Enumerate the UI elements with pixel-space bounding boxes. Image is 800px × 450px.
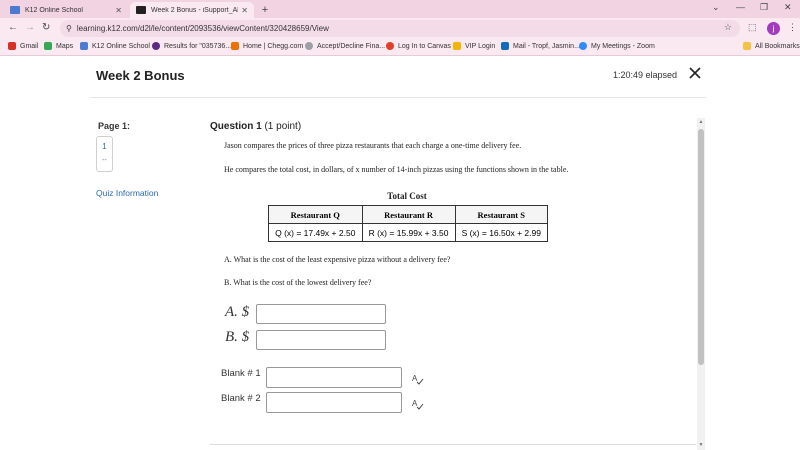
page-status: -- [102,157,107,164]
globe-icon [305,42,313,50]
new-tab-icon[interactable]: + [258,3,272,17]
tab-close-icon[interactable]: ✕ [241,6,248,15]
header-restaurant-r: Restaurant R [361,205,456,224]
minimize-icon[interactable]: — [736,2,745,12]
tab-title: Week 2 Bonus - iSupport_Alg1 B [151,6,239,14]
cell-function-q: Q (x) = 17.49x + 2.50 [268,223,363,242]
content-divider [210,444,696,445]
address-bar[interactable]: ⚲ learning.k12.com/d2l/le/content/209353… [60,20,740,37]
tab-search-chevron-icon[interactable]: ⌄ [712,2,720,13]
restore-icon[interactable]: ❐ [760,2,768,13]
blank-2-label: Blank # 2 [221,393,261,404]
url-text: learning.k12.com/d2l/le/content/2093536/… [76,24,329,33]
back-icon[interactable]: ← [8,22,18,33]
header-restaurant-q: Restaurant Q [268,205,363,224]
profile-avatar[interactable]: j [767,22,780,35]
menu-icon[interactable]: ⋮ [788,22,797,33]
extensions-icon[interactable]: ⬚ [748,22,757,33]
blank-2-input[interactable] [266,392,402,413]
spell-check-icon[interactable]: A [412,398,424,410]
k12-favicon-icon [10,6,20,14]
table-row: Q (x) = 17.49x + 2.50 R (x) = 15.99x + 3… [268,223,549,242]
question-part-a: A. What is the cost of the least expensi… [224,255,451,264]
all-bookmarks[interactable]: All Bookmarks [743,42,800,50]
tab-title: K12 Online School [25,6,83,14]
browser-toolbar: ← → ↻ ⚲ learning.k12.com/d2l/le/content/… [0,18,800,39]
spell-check-icon[interactable]: A [412,373,424,385]
window-close-icon[interactable]: ✕ [784,2,792,13]
canvas-icon [386,42,394,50]
total-cost-table: Restaurant Q Restaurant R Restaurant S Q… [268,205,549,242]
k12-icon [80,42,88,50]
bookmark-gmail[interactable]: Gmail [8,42,38,50]
blank-1-label: Blank # 1 [221,368,261,379]
table-caption: Total Cost [387,191,427,201]
site-info-icon[interactable]: ⚲ [66,24,72,33]
svg-text:A: A [412,399,418,408]
page-number: 1 [102,142,107,151]
bookmark-chegg[interactable]: Home | Chegg.com [231,42,303,50]
maps-icon [44,42,52,50]
header-divider [90,97,706,98]
scroll-down-icon[interactable]: ▼ [697,442,705,448]
tab-close-icon[interactable]: ✕ [115,6,122,15]
table-header-row: Restaurant Q Restaurant R Restaurant S [268,205,549,224]
bookmark-accept-decline[interactable]: Accept/Decline Fina... [305,42,385,50]
header-restaurant-s: Restaurant S [454,205,549,224]
svg-text:A: A [412,374,418,383]
chegg-icon [231,42,239,50]
question-intro-2: He compares the total cost, in dollars, … [224,165,569,174]
bookmark-k12[interactable]: K12 Online School [80,42,150,50]
bookmark-maps[interactable]: Maps [44,42,73,50]
answer-a-input[interactable] [256,304,386,324]
vip-icon [453,42,461,50]
bookmark-zoom[interactable]: My Meetings - Zoom [579,42,655,50]
zoom-icon [579,42,587,50]
page-label: Page 1: [98,121,131,131]
elapsed-timer: 1:20:49 elapsed [613,70,678,80]
forward-icon[interactable]: → [25,22,35,33]
reload-icon[interactable]: ↻ [42,22,50,33]
pinterest-icon [152,42,160,50]
scroll-up-icon[interactable]: ▲ [697,119,705,125]
answer-b-input[interactable] [256,330,386,350]
page-nav-button[interactable]: 1 -- [96,136,113,172]
bookmark-star-icon[interactable]: ☆ [724,22,732,33]
folder-icon [743,42,751,50]
tab-k12-online-school[interactable]: K12 Online School ✕ [4,2,128,18]
bookmark-results[interactable]: Results for "035736... [152,42,231,50]
gmail-icon [8,42,16,50]
page-title: Week 2 Bonus [96,68,185,83]
bookmark-mail[interactable]: Mail - Tropf, Jasmin... [501,42,580,50]
cell-function-r: R (x) = 15.99x + 3.50 [361,223,456,242]
quiz-information-link[interactable]: Quiz Information [96,188,158,198]
bookmark-vip-login[interactable]: VIP Login [453,42,495,50]
question-intro-1: Jason compares the prices of three pizza… [224,141,522,150]
tab-week-2-bonus[interactable]: Week 2 Bonus - iSupport_Alg1 B ✕ [130,2,254,18]
question-title: Question 1 (1 point) [210,121,302,132]
bookmark-canvas[interactable]: Log In to Canvas [386,42,451,50]
close-quiz-icon[interactable] [688,66,702,80]
bookmarks-bar: Gmail Maps K12 Online School Results for… [0,39,800,56]
tab-strip: K12 Online School ✕ Week 2 Bonus - iSupp… [0,0,800,18]
question-part-b: B. What is the cost of the lowest delive… [224,278,372,287]
answer-a-label: A. $ [225,304,250,320]
answer-b-label: B. $ [225,329,250,345]
cell-function-s: S (x) = 16.50x + 2.99 [454,223,549,242]
mail-icon [501,42,509,50]
blank-1-input[interactable] [266,367,402,388]
scrollbar-thumb[interactable] [698,129,704,365]
quiz-header: Week 2 Bonus 1:20:49 elapsed [0,56,800,96]
d2l-favicon-icon [136,6,146,14]
